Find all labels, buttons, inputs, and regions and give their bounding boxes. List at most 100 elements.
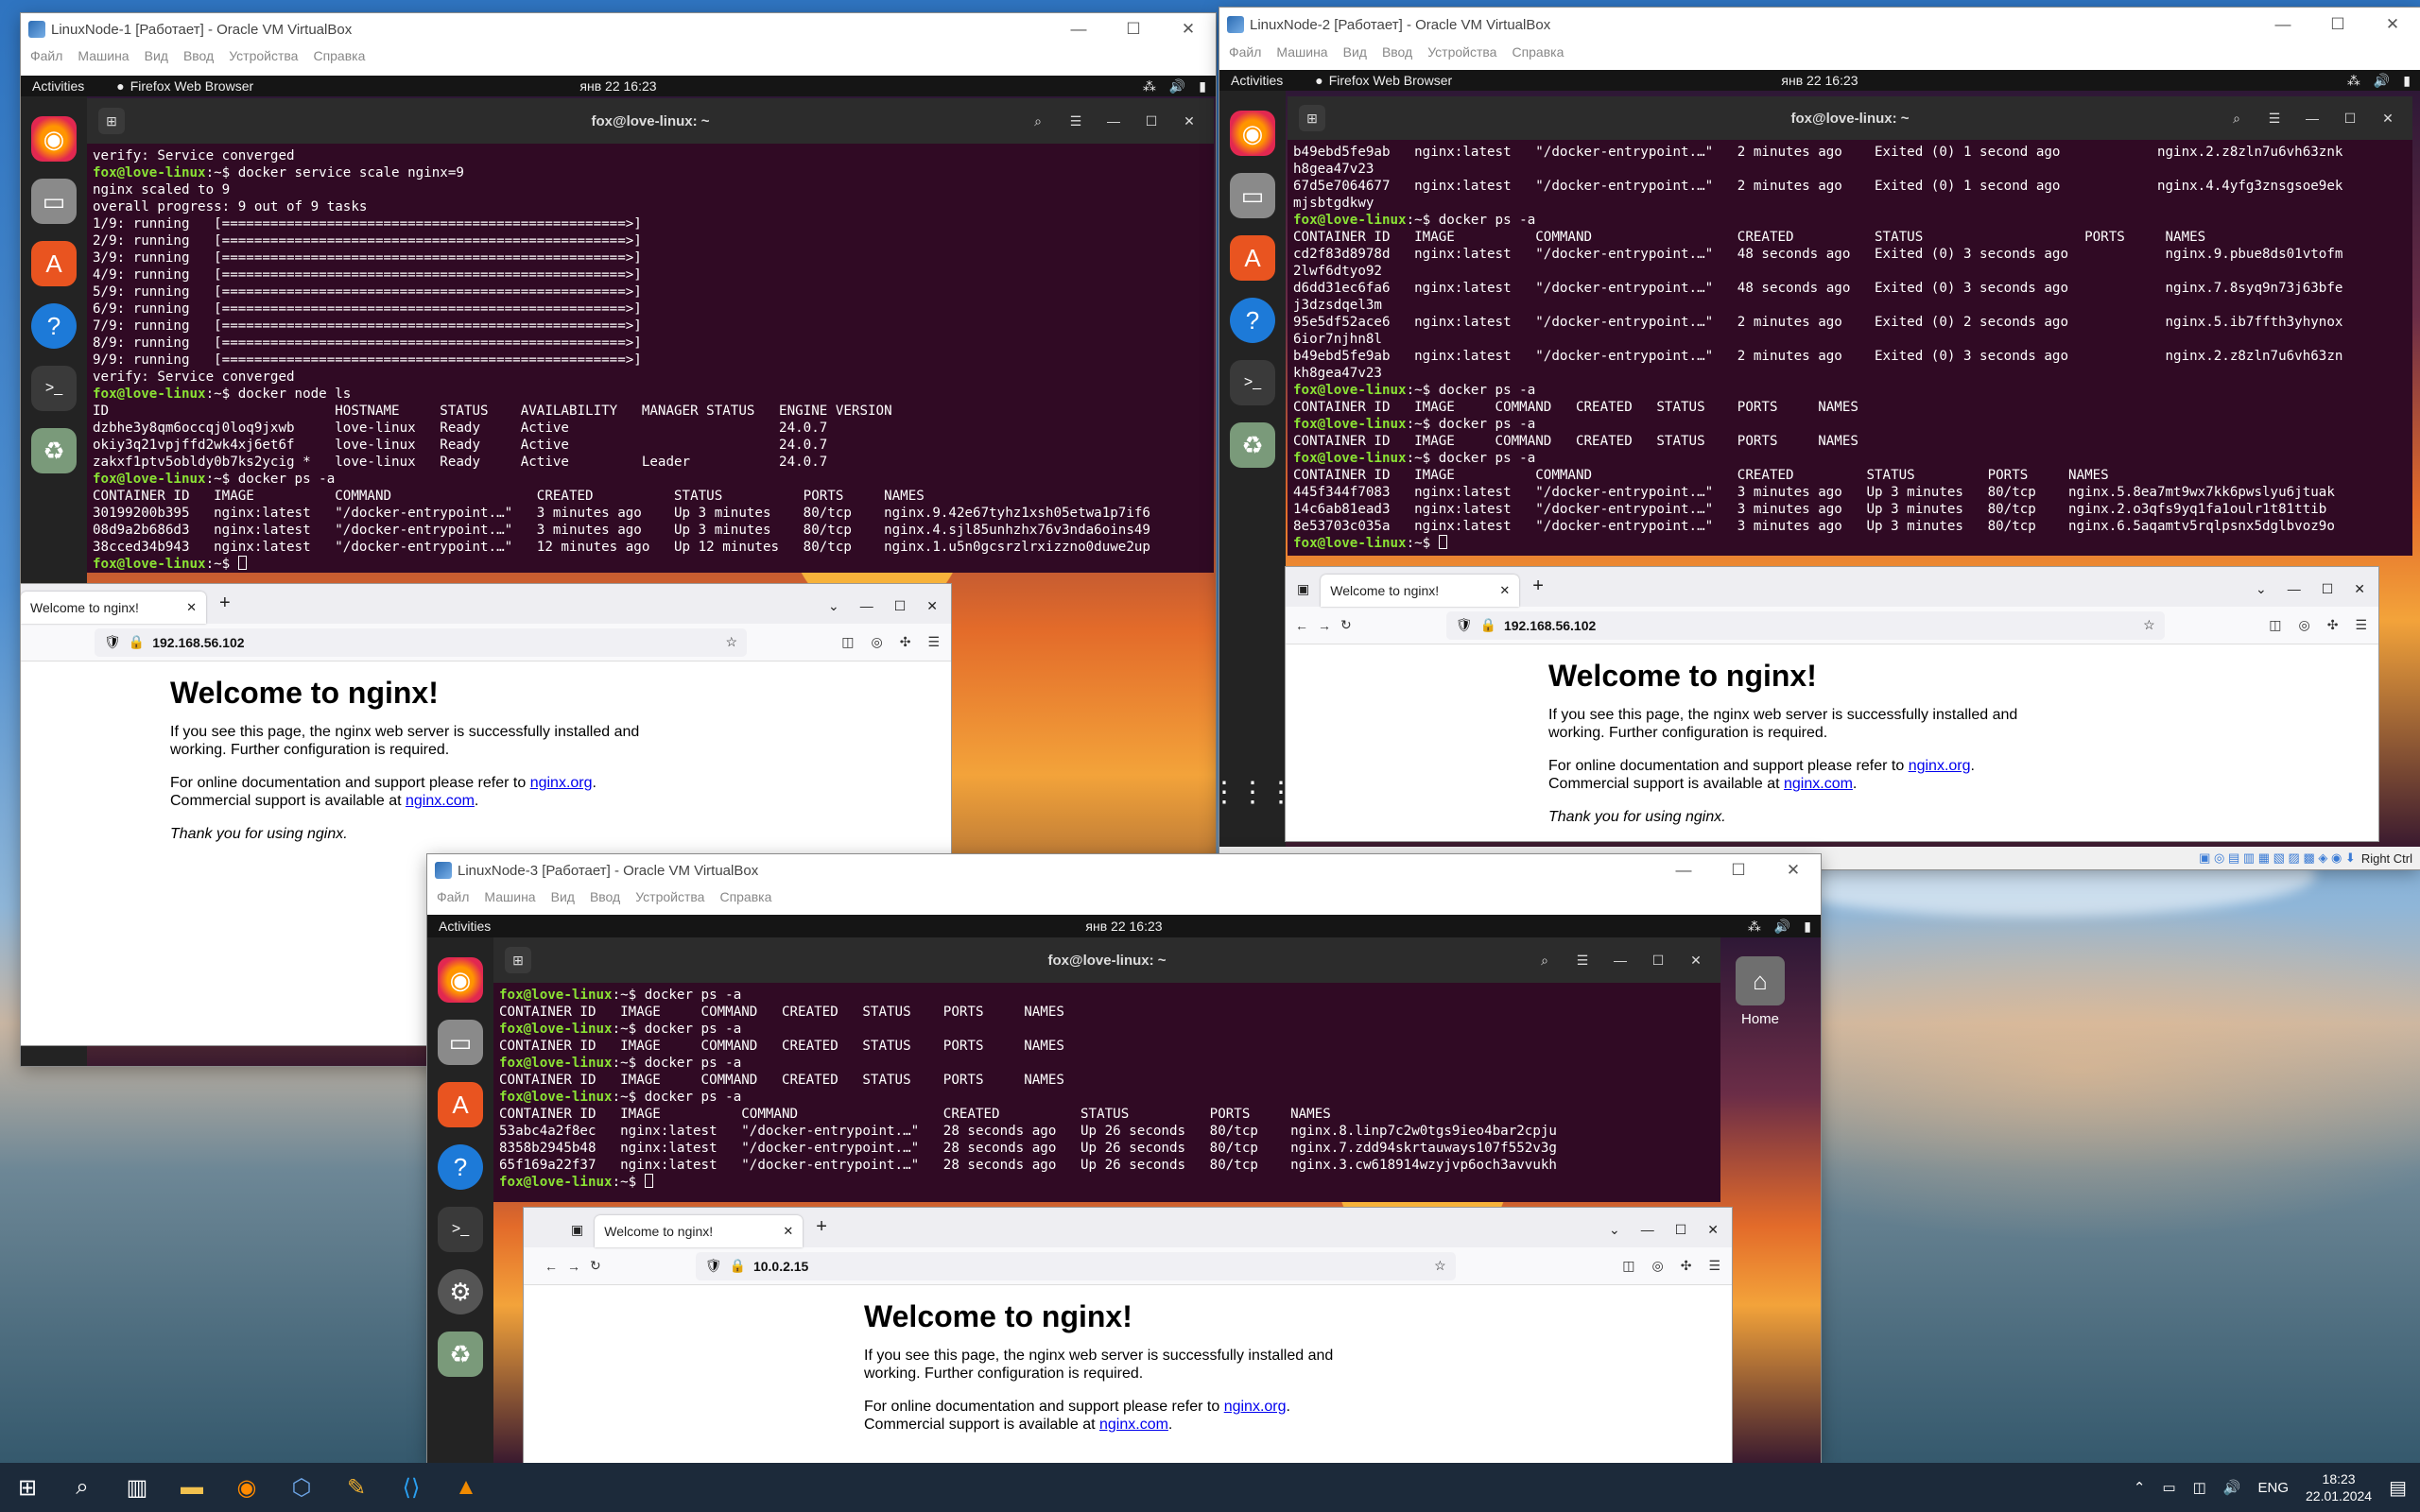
account-icon[interactable]: ◎ [2298, 617, 2309, 633]
network-icon[interactable]: ◫ [2193, 1479, 2206, 1496]
search-icon[interactable]: ⌕ [2221, 105, 2252, 131]
app-menu-icon[interactable]: ☰ [927, 634, 940, 650]
tab-nginx[interactable]: Welcome to nginx! ✕ [21, 592, 206, 624]
nginx-org-link[interactable]: nginx.org [1909, 758, 1971, 774]
help-icon[interactable]: ? [31, 303, 77, 349]
new-tab-icon[interactable]: ⊞ [1299, 105, 1325, 131]
activities-button[interactable]: Activities [1231, 73, 1283, 88]
vm1-titlebar[interactable]: LinuxNode-1 [Работает] - Oracle VM Virtu… [21, 13, 1216, 45]
app-menu[interactable]: ● Firefox Web Browser [116, 78, 253, 94]
url-text[interactable]: 192.168.56.102 [1504, 618, 1596, 633]
menu-devices[interactable]: Устройства [635, 889, 704, 904]
url-text[interactable]: 192.168.56.102 [152, 635, 244, 650]
tab-overview-icon[interactable]: ▣ [571, 1222, 583, 1238]
file-explorer-icon[interactable]: ▬ [164, 1463, 219, 1512]
menu-machine[interactable]: Машина [484, 889, 535, 904]
firefox-window-3[interactable]: ▣ Welcome to nginx! ✕ + ⌄ — ☐ ✕ ← → ↻ 🛡 🔒 10.0.… [524, 1208, 1732, 1463]
account-icon[interactable]: ◎ [871, 634, 882, 650]
shield-icon[interactable]: 🛡 [705, 1258, 722, 1274]
minimize-icon[interactable]: — [860, 598, 873, 614]
notifications-icon[interactable]: ▤ [2389, 1476, 2407, 1500]
settings-icon[interactable]: ⚙ [438, 1269, 483, 1314]
lock-icon[interactable]: 🔒 [730, 1258, 746, 1274]
terminal-output[interactable]: verify: Service converged fox@love-linux:… [87, 144, 1214, 573]
virtualbox-icon[interactable]: ⬡ [274, 1463, 329, 1512]
language-indicator[interactable]: ENG [2258, 1480, 2290, 1496]
help-icon[interactable]: ? [438, 1144, 483, 1190]
maximize-icon[interactable]: ☐ [1136, 108, 1167, 134]
nginx-org-link[interactable]: nginx.org [530, 775, 593, 791]
maximize-icon[interactable]: ☐ [2310, 15, 2365, 34]
files-icon[interactable]: ▭ [438, 1020, 483, 1065]
network-icon[interactable]: ⁂ [1143, 78, 1156, 94]
status-icons[interactable]: ▣ ◎ ▤ ▥ ▦ ▧ ▨ ▩ ◈ ◉ ⬇ [2199, 850, 2356, 866]
tab-overview-icon[interactable]: ▣ [1297, 581, 1309, 597]
nginx-org-link[interactable]: nginx.org [1224, 1399, 1287, 1415]
terminal-icon[interactable]: >_ [438, 1207, 483, 1252]
volume-icon[interactable]: 🔊 [2223, 1479, 2241, 1496]
extensions-icon[interactable]: ✣ [1681, 1258, 1692, 1274]
url-bar[interactable]: 🛡 🔒 192.168.56.102 ☆ [1445, 610, 2165, 640]
menu-view[interactable]: Вид [1343, 44, 1367, 60]
menu-view[interactable]: Вид [145, 48, 168, 63]
url-text[interactable]: 10.0.2.15 [753, 1259, 808, 1274]
terminal-window-1[interactable]: ⊞ fox@love-linux: ~ ⌕ ☰ — ☐ ✕ verify: Servic… [87, 98, 1214, 573]
url-bar[interactable]: 🛡 🔒 10.0.2.15 ☆ [695, 1251, 1456, 1280]
terminal-window-3[interactable]: ⊞ fox@love-linux: ~ ⌕ ☰ — ☐ ✕ fox@love-linux… [493, 937, 1720, 1202]
close-tab-icon[interactable]: ✕ [783, 1224, 793, 1239]
app-menu-icon[interactable]: ☰ [1708, 1258, 1720, 1274]
search-icon[interactable]: ⌕ [1530, 947, 1560, 973]
system-clock[interactable]: 18:23 22.01.2024 [2306, 1470, 2372, 1504]
shield-icon[interactable]: 🛡 [1456, 617, 1473, 633]
extensions-icon[interactable]: ✣ [2327, 617, 2339, 633]
tab-nginx[interactable]: Welcome to nginx! ✕ [1321, 575, 1520, 607]
menu-devices[interactable]: Устройства [1427, 44, 1496, 60]
terminal-icon[interactable]: >_ [31, 366, 77, 411]
home-folder[interactable]: ⌂ Home [1722, 956, 1798, 1027]
reload-icon[interactable]: ↻ [590, 1258, 601, 1274]
close-tab-icon[interactable]: ✕ [186, 600, 197, 615]
terminal-header[interactable]: ⊞ fox@love-linux: ~ ⌕ ☰ — ☐ ✕ [1288, 96, 2412, 140]
battery-icon[interactable]: ▮ [2403, 73, 2411, 89]
close-icon[interactable]: ✕ [1766, 861, 1821, 880]
pocket-icon[interactable]: ◫ [2269, 617, 2281, 633]
vlc-icon[interactable]: ▲ [439, 1463, 493, 1512]
firefox-icon[interactable]: ◉ [438, 957, 483, 1003]
menu-machine[interactable]: Машина [1276, 44, 1327, 60]
close-icon[interactable]: ✕ [1681, 947, 1711, 973]
close-tab-icon[interactable]: ✕ [1499, 583, 1510, 598]
terminal-window-2[interactable]: ⊞ fox@love-linux: ~ ⌕ ☰ — ☐ ✕ b49ebd5fe9ab n… [1288, 96, 2412, 556]
pocket-icon[interactable]: ◫ [841, 634, 854, 650]
minimize-icon[interactable]: — [1641, 1222, 1654, 1238]
software-icon[interactable]: A [1230, 235, 1275, 281]
pocket-icon[interactable]: ◫ [1622, 1258, 1634, 1274]
firefox-icon[interactable]: ◉ [219, 1463, 274, 1512]
tab-nginx[interactable]: Welcome to nginx! ✕ [595, 1215, 804, 1247]
extensions-icon[interactable]: ✣ [900, 634, 911, 650]
reload-icon[interactable]: ↻ [1340, 617, 1352, 633]
battery-icon[interactable]: ▮ [1199, 78, 1206, 94]
volume-icon[interactable]: 🔊 [2374, 73, 2390, 89]
vm3-titlebar[interactable]: LinuxNode-3 [Работает] - Oracle VM Virtu… [427, 854, 1821, 886]
tools-icon[interactable]: ✎ [329, 1463, 384, 1512]
activities-button[interactable]: Activities [32, 78, 84, 94]
maximize-icon[interactable]: ☐ [2335, 105, 2365, 131]
help-icon[interactable]: ? [1230, 298, 1275, 343]
firefox-icon[interactable]: ◉ [1230, 111, 1275, 156]
list-tabs-icon[interactable]: ⌄ [1609, 1222, 1620, 1238]
lock-icon[interactable]: 🔒 [1480, 617, 1496, 633]
forward-icon[interactable]: → [567, 1259, 580, 1274]
trash-icon[interactable]: ♻ [1230, 422, 1275, 468]
maximize-icon[interactable]: ☐ [1675, 1222, 1687, 1238]
files-icon[interactable]: ▭ [1230, 173, 1275, 218]
software-icon[interactable]: A [438, 1082, 483, 1127]
close-icon[interactable]: ✕ [926, 598, 938, 614]
search-icon[interactable]: ⌕ [55, 1463, 110, 1512]
close-icon[interactable]: ✕ [2354, 581, 2365, 597]
new-tab-icon[interactable]: + [219, 593, 231, 614]
app-menu-icon[interactable]: ☰ [2355, 617, 2367, 633]
bookmark-star-icon[interactable]: ☆ [2143, 617, 2155, 633]
menu-help[interactable]: Справка [1512, 44, 1564, 60]
software-icon[interactable]: A [31, 241, 77, 286]
back-icon[interactable]: ← [1295, 618, 1308, 633]
